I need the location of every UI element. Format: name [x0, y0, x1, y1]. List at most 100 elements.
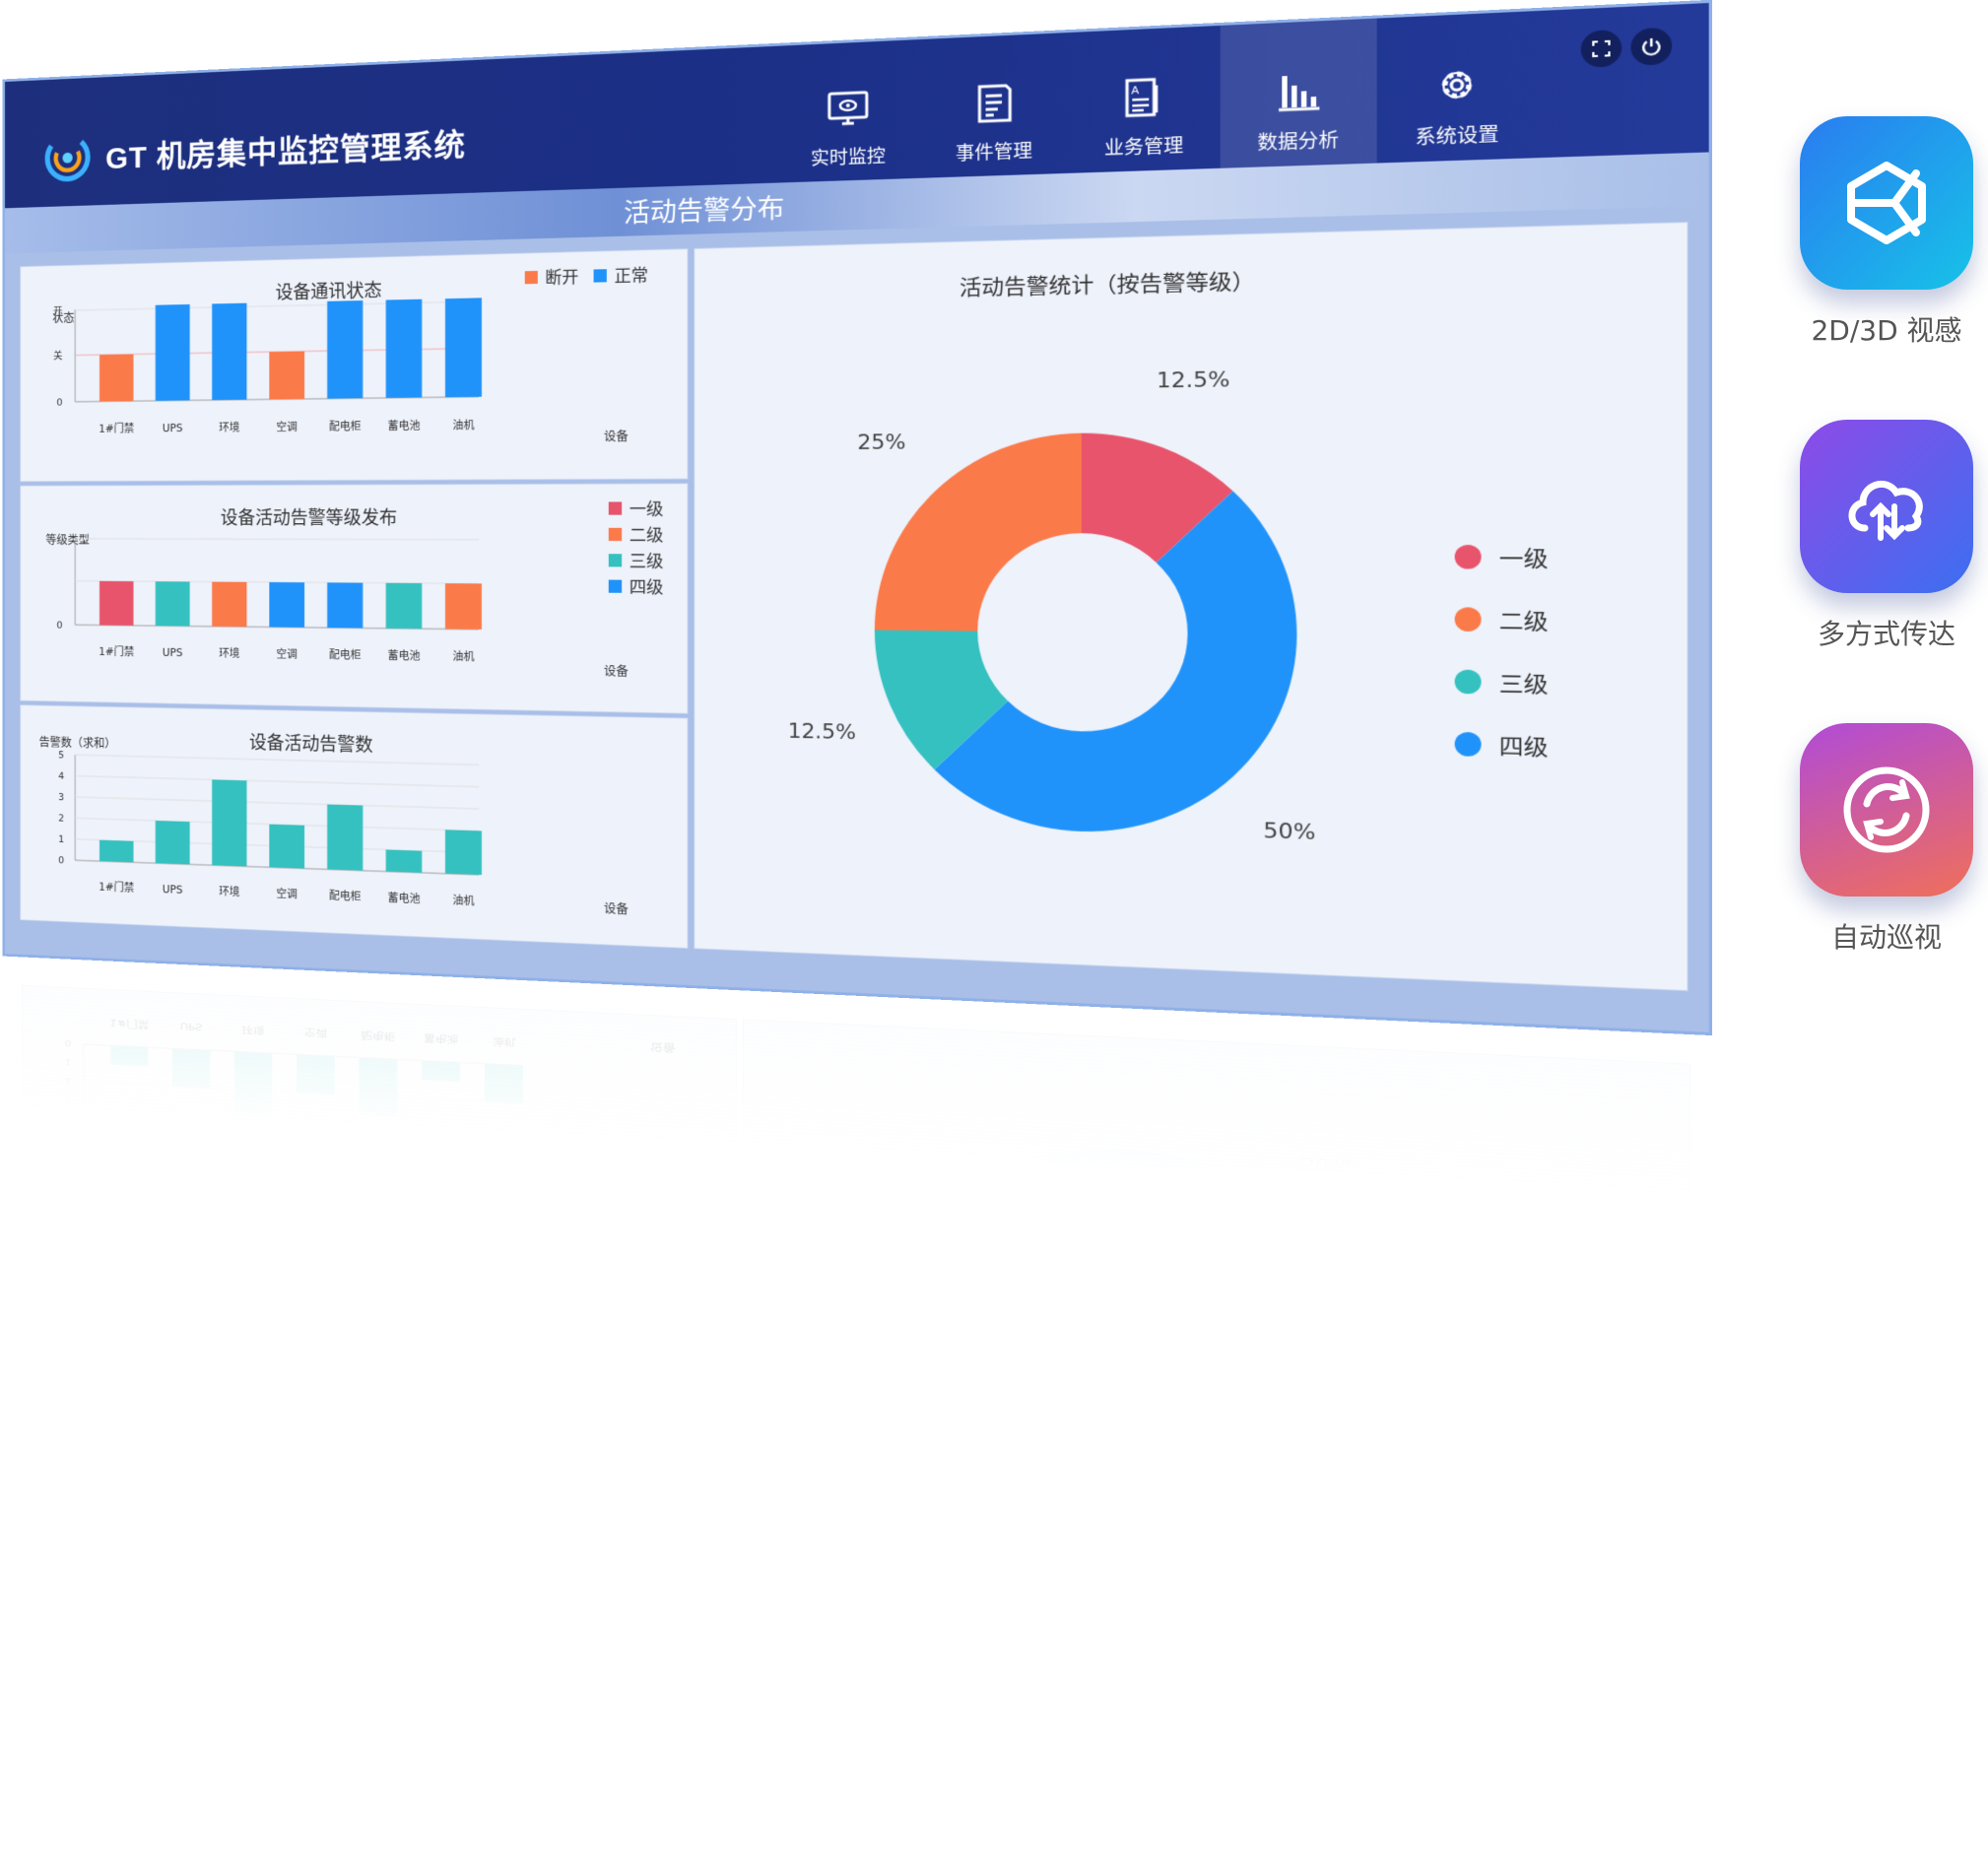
bar — [385, 299, 423, 398]
slice-label: 12.5% — [788, 719, 856, 745]
svg-text:0: 0 — [65, 1037, 72, 1047]
nav-label: 业务管理 — [1103, 135, 1184, 160]
legend-label: 二级 — [1498, 609, 1549, 635]
alarm-count-chart: 0 1 2 3 4 5 1#门禁 UPS 环境 空调 配电柜 蓄电池 油机 — [58, 750, 482, 908]
svg-text:空调: 空调 — [304, 1238, 327, 1251]
y-tick-label: 4 — [58, 770, 64, 781]
svg-text:12.5%: 12.5% — [837, 1203, 906, 1228]
y-tick-label: 0 — [56, 397, 62, 408]
donut-slice — [874, 432, 1082, 632]
bar — [327, 804, 364, 871]
section-title: 活动告警分布 — [624, 192, 785, 230]
alarm-level-panel: 设备活动告警等级发布 一级 二级 三级 四级 等级类型 设备 0 1#门禁 UPS 环… — [20, 483, 689, 714]
refresh-cycle-icon — [1800, 723, 1973, 897]
svg-text:油机: 油机 — [493, 1035, 516, 1048]
bar — [99, 354, 134, 402]
legend-item-level1: 一级 — [1454, 526, 1549, 589]
nav-data-analysis[interactable]: 数据分析 — [1220, 18, 1377, 168]
fullscreen-button[interactable] — [1580, 29, 1623, 68]
nav-business-management[interactable]: A 业务管理 — [1068, 26, 1220, 173]
x-tick-label: 油机 — [452, 649, 475, 663]
legend-swatch — [1454, 731, 1482, 757]
y-tick-label: 5 — [58, 750, 64, 761]
main-nav: 实时监控 事件管理 A 业务管理 数据分析 系统设置 — [776, 11, 1538, 183]
x-tick-label: 配电柜 — [329, 889, 362, 903]
svg-text:50%: 50% — [1301, 1153, 1351, 1176]
x-tick-label: 环境 — [219, 646, 239, 660]
bar — [99, 839, 134, 863]
svg-text:关: 关 — [59, 1491, 70, 1502]
y-tick-label: 开 — [53, 306, 63, 318]
svg-text:1#门禁: 1#门禁 — [109, 1228, 149, 1241]
bar — [155, 303, 190, 401]
bar — [269, 824, 305, 869]
x-tick-label: 1#门禁 — [99, 422, 134, 435]
unity-cube-icon — [1800, 116, 1973, 290]
legend-swatch — [1454, 607, 1482, 632]
bar — [212, 302, 247, 401]
svg-text:2: 2 — [65, 1075, 72, 1085]
grid-line — [75, 755, 479, 764]
svg-text:25%: 25% — [907, 1453, 956, 1477]
app-window: GT 机房集中监控管理系统 实时监控 事件管理 A 业务管理 数据分析 系统设置… — [5, 2, 1709, 1032]
feature-label: 多方式传达 — [1817, 618, 1955, 650]
alarm-stat-panel: 活动告警统计（按告警等级） 12.5% 25% 12.5% 50% 一级 二级 三级 … — [694, 222, 1689, 992]
bar — [212, 779, 247, 867]
svg-text:UPS: UPS — [180, 1231, 203, 1243]
x-tick-label: 空调 — [276, 647, 297, 661]
svg-text:1: 1 — [65, 1056, 72, 1066]
legend-swatch — [1454, 669, 1482, 695]
svg-text:12.5%: 12.5% — [1200, 1520, 1270, 1546]
x-tick-label: 油机 — [452, 419, 475, 432]
fullscreen-icon — [1591, 39, 1612, 59]
bar — [269, 351, 305, 400]
nav-label: 事件管理 — [955, 140, 1032, 165]
svg-text:配电柜: 配电柜 — [361, 1241, 395, 1255]
event-list-icon — [971, 82, 1016, 126]
feature-2d3d[interactable]: 2D/3D 视感 — [1798, 116, 1975, 349]
bar — [444, 298, 482, 398]
x-tick-label: UPS — [163, 423, 183, 435]
nav-realtime-monitor[interactable]: 实时监控 — [776, 39, 920, 183]
power-icon — [1640, 35, 1663, 57]
slice-label: 12.5% — [1157, 367, 1230, 393]
bar — [444, 583, 482, 630]
bar — [99, 580, 134, 626]
bar — [385, 582, 423, 630]
svg-text:0: 0 — [63, 1449, 70, 1459]
monitor-icon — [827, 88, 870, 131]
slice-label: 50% — [1263, 819, 1315, 845]
x-tick-label: 1#门禁 — [99, 880, 134, 895]
y-tick-label: 关 — [53, 350, 63, 363]
x-tick-label: 环境 — [219, 885, 239, 898]
svg-text:油机: 油机 — [493, 1450, 516, 1463]
app-title: GT 机房集中监控管理系统 — [105, 128, 466, 176]
svg-text:0: 0 — [63, 1249, 70, 1259]
svg-text:UPS: UPS — [180, 1020, 203, 1031]
feature-auto-patrol[interactable]: 自动巡视 — [1798, 723, 1975, 956]
comm-status-chart: 0 关 开 1#门禁 UPS 环境 空调 配电柜 蓄电池 油机 — [53, 298, 482, 435]
bar — [385, 849, 423, 873]
svg-text:3: 3 — [65, 1095, 72, 1104]
x-tick-label: 1#门禁 — [99, 645, 134, 659]
svg-text:环境: 环境 — [242, 1435, 265, 1448]
nav-label: 实时监控 — [810, 146, 886, 169]
bar — [327, 300, 364, 399]
app-screen-stage: GT 机房集中监控管理系统 实时监控 事件管理 A 业务管理 数据分析 系统设置… — [0, 0, 1714, 1860]
nav-event-management[interactable]: 事件管理 — [920, 33, 1068, 178]
bar — [155, 820, 190, 865]
comm-status-panel: 设备通讯状态 断开 正常 状态 设备 0 关开 1#门禁 UPS 环境 空调 配电柜 蓄电池油… — [20, 248, 689, 483]
x-tick-label: 配电柜 — [329, 420, 362, 433]
bar — [269, 581, 305, 628]
feature-multi-notify[interactable]: 多方式传达 — [1798, 420, 1975, 652]
x-tick-label: UPS — [163, 646, 183, 659]
nav-label: 数据分析 — [1257, 129, 1340, 155]
business-doc-icon: A — [1121, 75, 1167, 119]
power-button[interactable] — [1630, 27, 1673, 66]
slice-label: 25% — [857, 431, 905, 455]
x-tick-label: 油机 — [452, 894, 475, 908]
nav-system-settings[interactable]: 系统设置 — [1377, 11, 1539, 164]
feature-label: 自动巡视 — [1830, 921, 1942, 954]
nav-label: 系统设置 — [1415, 123, 1499, 150]
screen-reflection: GT 机房集中监控管理系统 实时监控 事件管理 A 业务管理 数据分析 系统设置… — [5, 954, 1709, 1860]
